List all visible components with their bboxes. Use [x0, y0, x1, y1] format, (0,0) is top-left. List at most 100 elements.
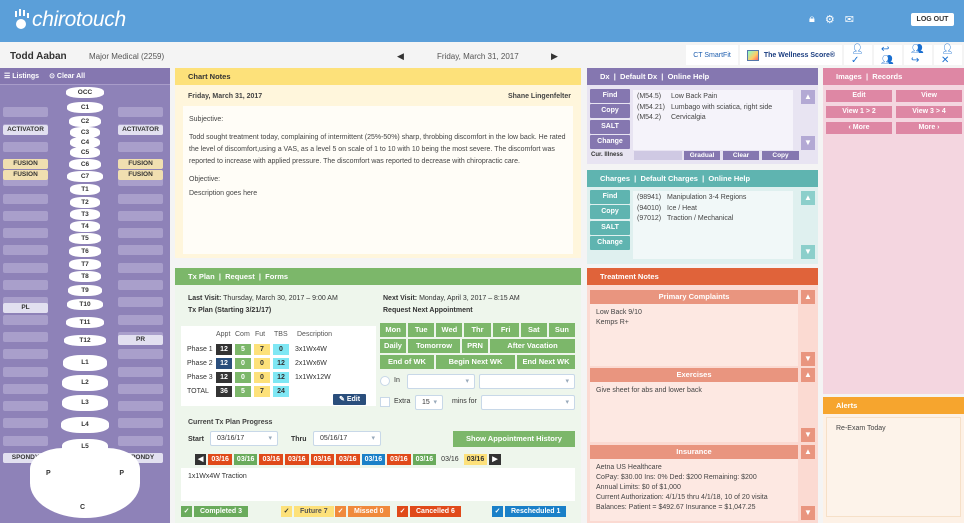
dx-item[interactable]: (M54.5) Low Back Pain [637, 92, 789, 103]
charge-item[interactable]: (94010) Ice / Heat [637, 204, 789, 215]
quick-button-after-vacation[interactable]: After Vacation [490, 339, 575, 353]
vertebra-t9[interactable]: T9 [57, 285, 113, 297]
side-slot-left[interactable] [3, 418, 48, 429]
tag-fusion-left[interactable]: FUSION [3, 159, 48, 169]
legend-missed[interactable]: ✓ Missed 0 [335, 506, 390, 517]
vertebra-t11[interactable]: T11 [57, 317, 113, 329]
tag-activator-right[interactable]: ACTIVATOR [118, 125, 163, 135]
legend-check-icon[interactable]: ✓ [397, 506, 408, 517]
charges-scroll-down-icon[interactable]: ▼ [801, 245, 815, 259]
in-radio[interactable] [380, 376, 390, 386]
side-slot-left[interactable] [3, 280, 48, 290]
mins-for-select[interactable] [481, 395, 575, 410]
side-slot-right[interactable] [118, 210, 163, 221]
visit-date-chip[interactable]: 03/16 [310, 454, 335, 465]
day-button-mon[interactable]: Mon [380, 323, 407, 337]
vertebra-l4[interactable]: L4 [57, 417, 113, 433]
vertebra-t1[interactable]: T1 [57, 184, 113, 196]
visits-prev-icon[interactable]: ◀ [195, 454, 207, 465]
tag-pr-right[interactable]: PR [118, 335, 163, 345]
legend-completed[interactable]: ✓ Completed 3 [181, 506, 249, 517]
pelvis[interactable]: P P C [30, 448, 140, 518]
quick-button-daily[interactable]: Daily [380, 339, 406, 353]
charges-scroll-up-icon[interactable]: ▲ [801, 191, 815, 205]
wellness-score-button[interactable]: The Wellness Score® [739, 45, 842, 65]
legend-rescheduled[interactable]: ✓ Rescheduled 1 [492, 506, 567, 517]
vertebra-t12[interactable]: T12 [57, 335, 113, 347]
images-view-button[interactable]: View [896, 90, 962, 102]
visit-date-chip[interactable]: 03/16 [412, 454, 437, 465]
vertebra-c1[interactable]: C1 [57, 102, 113, 114]
legend-check-icon[interactable]: ✓ [492, 506, 503, 517]
quick-button-prn[interactable]: PRN [462, 339, 488, 353]
vertebra-t7[interactable]: T7 [57, 259, 113, 271]
cur-illness-field[interactable] [634, 151, 682, 160]
side-slot-left[interactable] [3, 262, 48, 273]
legend-check-icon[interactable]: ✓ [281, 506, 292, 517]
tag-fusion-right[interactable]: FUSION [118, 159, 163, 169]
tab-default-dx[interactable]: Default Dx [620, 72, 657, 81]
side-slot-left[interactable] [3, 210, 48, 221]
vertebra-c5[interactable]: C5 [57, 147, 113, 159]
side-slot-left[interactable] [3, 331, 48, 342]
in-select-2[interactable] [479, 374, 575, 389]
dx-item[interactable]: (M54.2) Cervicalgia [637, 113, 789, 124]
tag-fusion-left[interactable]: FUSION [3, 170, 48, 180]
visit-date-chip[interactable]: 03/16 [233, 454, 258, 465]
side-slot-right[interactable] [118, 228, 163, 239]
gear-icon[interactable]: ⚙ [825, 13, 835, 26]
day-button-sat[interactable]: Sat [520, 323, 547, 337]
tab-dx[interactable]: Dx [600, 72, 610, 81]
side-slot-left[interactable] [3, 193, 48, 204]
exercises-scroll-up-icon[interactable]: ▲ [801, 368, 815, 382]
week-button-begin-next-wk[interactable]: Begin Next WK [436, 355, 515, 369]
legend-future[interactable]: ✓ Future 7 [281, 506, 334, 517]
primary-scroll-up-icon[interactable]: ▲ [801, 290, 815, 304]
vertebra-t2[interactable]: T2 [57, 197, 113, 209]
tab-tx-plan[interactable]: Tx Plan [188, 272, 215, 281]
legend-check-icon[interactable]: ✓ [181, 506, 192, 517]
side-slot-right[interactable] [118, 193, 163, 204]
side-slot-left[interactable] [3, 245, 48, 256]
lock-icon[interactable]: 🔒︎ [809, 13, 815, 26]
side-slot-right[interactable] [118, 435, 163, 446]
tag-fusion-right[interactable]: FUSION [118, 170, 163, 180]
gradual-button[interactable]: Gradual [684, 151, 720, 160]
extra-mins-select[interactable]: 15 [415, 395, 443, 410]
thru-date-select[interactable]: 05/16/17 [313, 431, 381, 446]
images-edit-button[interactable]: Edit [826, 90, 892, 102]
tab-images[interactable]: Images [836, 72, 862, 81]
week-button-end-of-wk[interactable]: End of WK [380, 355, 434, 369]
side-slot-left[interactable] [3, 141, 48, 152]
listings-button[interactable]: ☰ Listings [4, 72, 39, 80]
quick-button-tomorrow[interactable]: Tomorrow [408, 339, 460, 353]
insurance-scroll-down-icon[interactable]: ▼ [801, 506, 815, 520]
visit-date-chip[interactable]: 03/16 [336, 454, 360, 465]
day-button-sun[interactable]: Sun [548, 323, 575, 337]
patient-transfer-out-icon[interactable]: 👥︎↪ [904, 44, 932, 66]
visit-date-chip[interactable]: 03/16 [208, 454, 232, 465]
prev-date-icon[interactable]: ◀ [397, 51, 404, 62]
show-appointment-history-button[interactable]: Show Appointment History [453, 431, 575, 447]
day-button-fri[interactable]: Fri [492, 323, 519, 337]
vertebra-l2[interactable]: L2 [57, 375, 113, 391]
tab-default-charges[interactable]: Default Charges [640, 174, 698, 183]
side-slot-left[interactable] [3, 435, 48, 446]
charges-find-button[interactable]: Find [590, 190, 630, 204]
charge-item[interactable]: (98941) Manipulation 3-4 Regions [637, 193, 789, 204]
visit-date-chip[interactable]: 03/16 [387, 454, 411, 465]
tab-forms[interactable]: Forms [265, 272, 288, 281]
visit-date-chip[interactable]: 03/16 [259, 454, 283, 465]
tab-dx-online-help[interactable]: Online Help [668, 72, 710, 81]
more-next-button[interactable]: More › [896, 122, 962, 134]
dx-salt-button[interactable]: SALT [590, 120, 630, 134]
patient-transfer-in-icon[interactable]: ↩👥︎ [874, 44, 902, 66]
vertebra-c7[interactable]: C7 [57, 171, 113, 183]
tab-records[interactable]: Records [872, 72, 902, 81]
day-button-tue[interactable]: Tue [408, 323, 435, 337]
next-date-icon[interactable]: ▶ [551, 51, 558, 62]
side-slot-right[interactable] [118, 314, 163, 325]
primary-scroll-down-icon[interactable]: ▼ [801, 352, 815, 366]
chart-notes-body[interactable]: Subjective: Todd sought treatment today,… [183, 106, 573, 254]
visit-date-chip[interactable]: 03/16 [284, 454, 309, 465]
